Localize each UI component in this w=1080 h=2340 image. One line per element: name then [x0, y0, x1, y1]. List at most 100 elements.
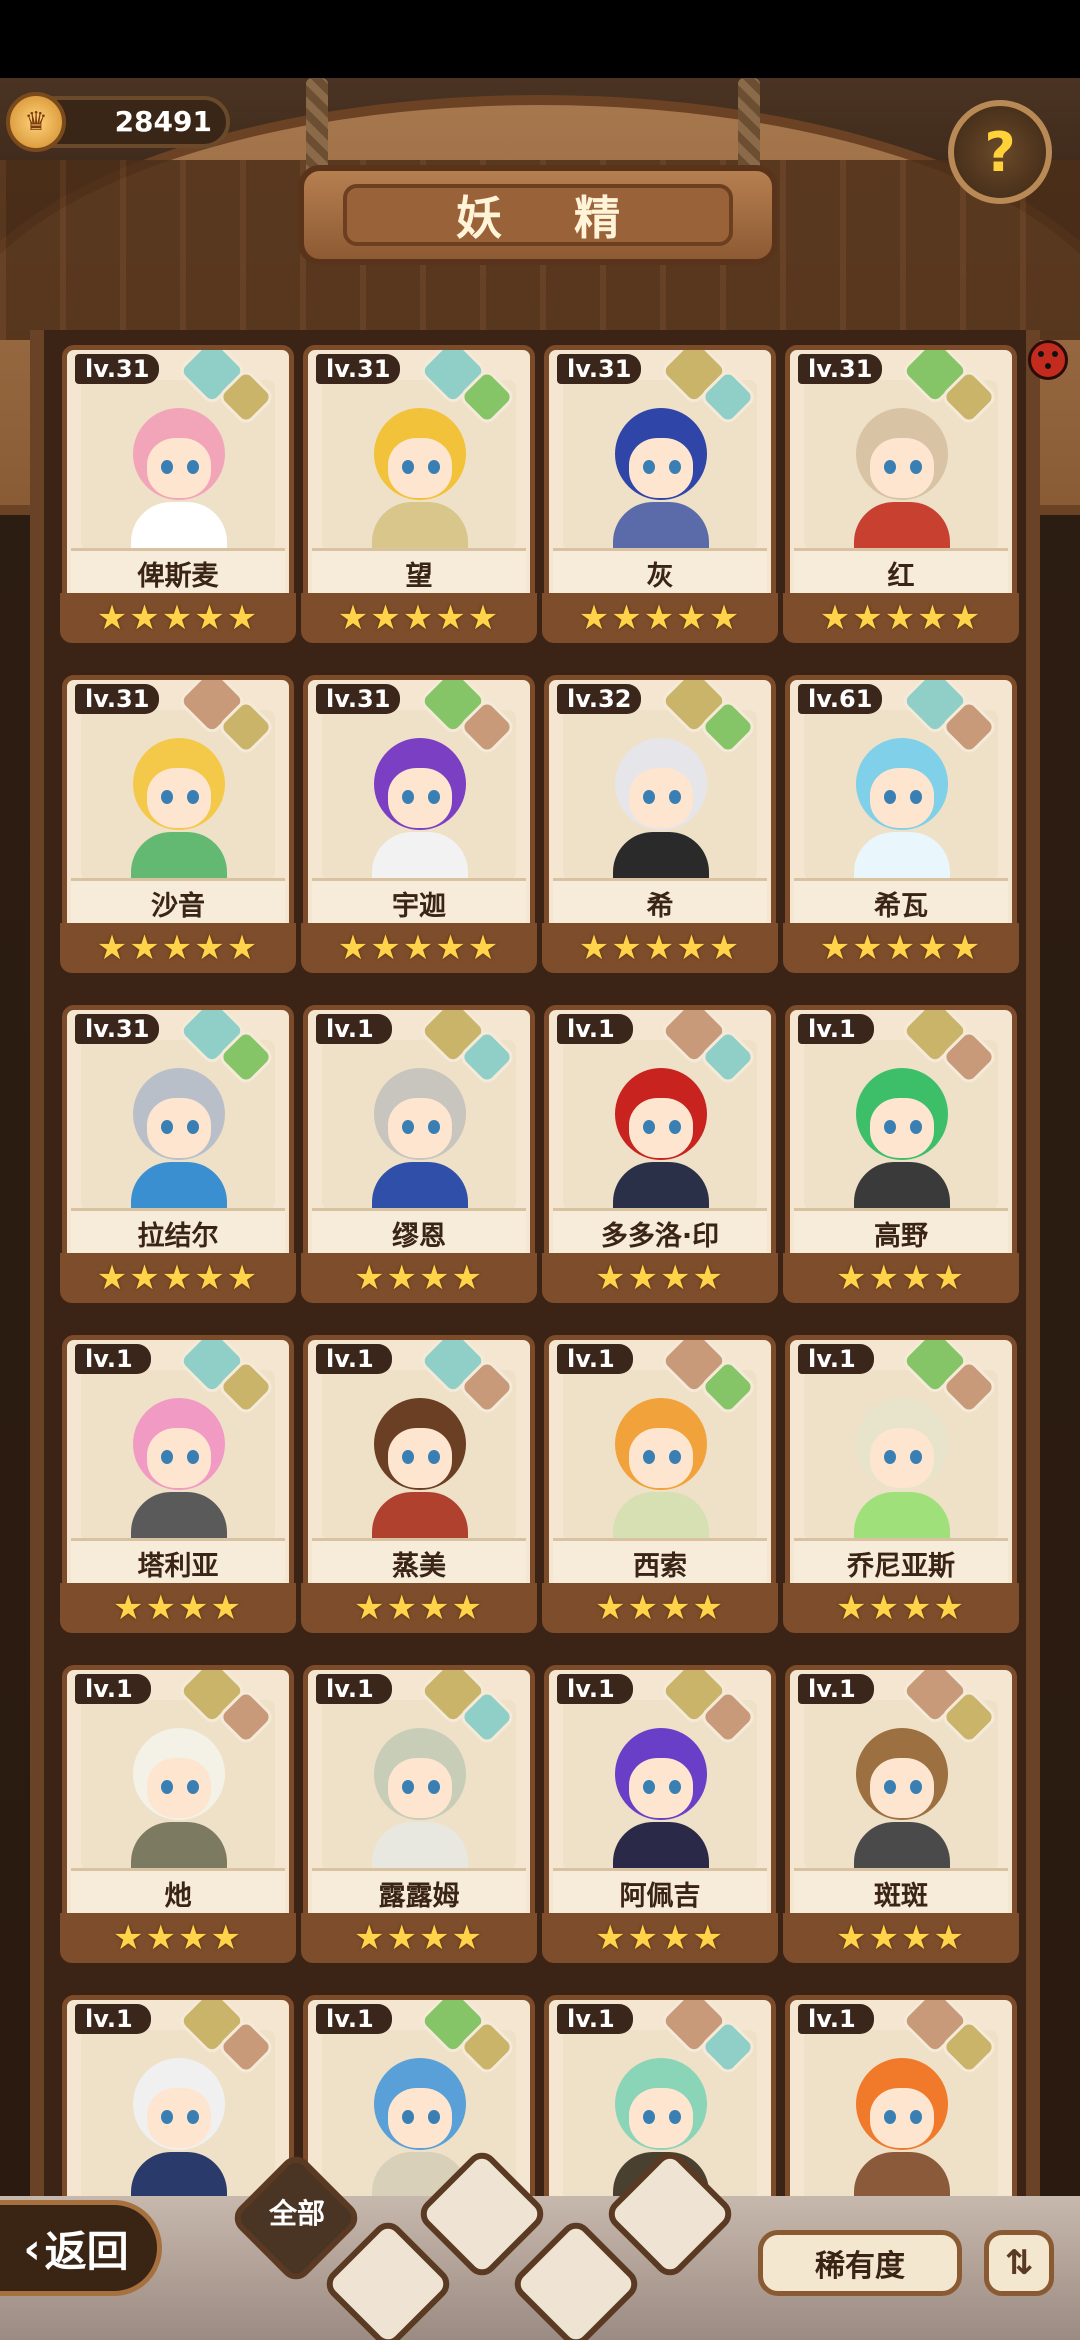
portrait-face — [147, 438, 211, 498]
fairy-name: 高野 — [794, 1208, 1008, 1258]
portrait-eye — [643, 2110, 655, 2124]
portrait-eye — [161, 790, 173, 804]
fairy-name: 露露姆 — [312, 1868, 526, 1918]
portrait-body — [372, 1822, 468, 1870]
fairy-card[interactable]: lv.31 灰 ★★★★★ — [542, 345, 778, 651]
star-rating-stars: ★★★★ — [595, 1258, 725, 1298]
portrait-eye — [643, 1120, 655, 1134]
portrait-eye — [428, 790, 440, 804]
portrait-face — [147, 768, 211, 828]
fairy-card[interactable]: lv.1 灺 ★★★★ — [60, 1665, 296, 1971]
fairy-card[interactable]: lv.61 希瓦 ★★★★★ — [783, 675, 1019, 981]
portrait-eye — [402, 2110, 414, 2124]
star-rating: ★★★★ — [60, 1583, 296, 1633]
star-rating: ★★★★★ — [60, 593, 296, 643]
star-rating: ★★★★★ — [301, 923, 537, 973]
fairy-card[interactable]: lv.31 宇迦 ★★★★★ — [301, 675, 537, 981]
portrait-eye — [428, 1450, 440, 1464]
fairy-card[interactable]: lv.31 红 ★★★★★ — [783, 345, 1019, 651]
portrait-face — [388, 438, 452, 498]
portrait-eye — [910, 1120, 922, 1134]
fairy-card[interactable]: lv.1 高野 ★★★★ — [783, 1005, 1019, 1311]
portrait-body — [372, 502, 468, 550]
portrait-face — [629, 1428, 693, 1488]
portrait-eye — [187, 1450, 199, 1464]
fairy-level: lv.31 — [75, 354, 160, 384]
fairy-level: lv.1 — [316, 1344, 392, 1374]
star-rating-stars: ★★★★ — [836, 1258, 966, 1298]
portrait-body — [131, 2152, 227, 2200]
fairy-card[interactable]: lv.1 塔利亚 ★★★★ — [60, 1335, 296, 1641]
fairy-card[interactable]: lv.1 阿佩吉 ★★★★ — [542, 1665, 778, 1971]
portrait-eye — [161, 1780, 173, 1794]
fairy-name: 望 — [312, 548, 526, 598]
fairy-name: 缪恩 — [312, 1208, 526, 1258]
portrait-face — [147, 2088, 211, 2148]
fairy-level: lv.1 — [557, 1674, 633, 1704]
star-rating-stars: ★★★★★ — [337, 928, 501, 968]
fairy-name: 阿佩吉 — [553, 1868, 767, 1918]
portrait-eye — [402, 790, 414, 804]
portrait-eye — [669, 1780, 681, 1794]
fairy-card[interactable]: lv.32 希 ★★★★★ — [542, 675, 778, 981]
fairy-card[interactable]: lv.31 望 ★★★★★ — [301, 345, 537, 651]
portrait-eye — [402, 1120, 414, 1134]
portrait-eye — [884, 460, 896, 474]
fairy-card[interactable]: lv.31 俾斯麦 ★★★★★ — [60, 345, 296, 651]
portrait-face — [388, 1758, 452, 1818]
star-rating-stars: ★★★★ — [595, 1918, 725, 1958]
fairy-card[interactable]: lv.1 露露姆 ★★★★ — [301, 1665, 537, 1971]
fairy-card[interactable]: lv.1 缪恩 ★★★★ — [301, 1005, 537, 1311]
star-rating-stars: ★★★★ — [113, 1588, 243, 1628]
star-rating: ★★★★★ — [301, 593, 537, 643]
sort-order-button[interactable]: ⇅ — [984, 2230, 1054, 2296]
fairy-level: lv.31 — [316, 684, 401, 714]
fairy-level: lv.1 — [75, 1674, 151, 1704]
portrait-face — [629, 2088, 693, 2148]
star-rating: ★★★★★ — [60, 1253, 296, 1303]
portrait-face — [870, 768, 934, 828]
fairy-card[interactable]: lv.1 西索 ★★★★ — [542, 1335, 778, 1641]
fairy-card[interactable]: lv.1 乔尼亚斯 ★★★★ — [783, 1335, 1019, 1641]
fairy-name: 拉结尔 — [71, 1208, 285, 1258]
star-rating: ★★★★★ — [783, 593, 1019, 643]
star-rating: ★★★★ — [783, 1583, 1019, 1633]
filter-all-label: 全部 — [268, 2197, 325, 2230]
portrait-face — [870, 438, 934, 498]
fairy-name: 斑斑 — [794, 1868, 1008, 1918]
portrait-face — [147, 1428, 211, 1488]
portrait-eye — [643, 1780, 655, 1794]
star-rating: ★★★★ — [60, 1913, 296, 1963]
portrait-body — [854, 1162, 950, 1210]
portrait-face — [388, 2088, 452, 2148]
fairy-name: 乔尼亚斯 — [794, 1538, 1008, 1588]
portrait-eye — [402, 1450, 414, 1464]
fairy-card[interactable]: lv.1 多多洛·印 ★★★★ — [542, 1005, 778, 1311]
portrait-face — [388, 1428, 452, 1488]
back-button[interactable]: ‹ 返回 — [0, 2200, 162, 2296]
hint-button[interactable]: ? — [948, 100, 1052, 204]
fairy-level: lv.1 — [798, 2004, 874, 2034]
star-rating: ★★★★ — [301, 1583, 537, 1633]
portrait-eye — [428, 1780, 440, 1794]
fairy-level: lv.31 — [557, 354, 642, 384]
fairy-card[interactable]: lv.31 沙音 ★★★★★ — [60, 675, 296, 981]
portrait-eye — [402, 1780, 414, 1794]
fairy-card[interactable]: lv.1 斑斑 ★★★★ — [783, 1665, 1019, 1971]
fairy-name: 沙音 — [71, 878, 285, 928]
portrait-eye — [161, 460, 173, 474]
fairy-level: lv.61 — [798, 684, 883, 714]
portrait-eye — [428, 460, 440, 474]
fairy-level: lv.1 — [557, 1014, 633, 1044]
portrait-eye — [910, 460, 922, 474]
portrait-eye — [884, 2110, 896, 2124]
portrait-face — [147, 1758, 211, 1818]
fairy-card[interactable]: lv.31 拉结尔 ★★★★★ — [60, 1005, 296, 1311]
portrait-face — [388, 768, 452, 828]
title-sign: 妖 精 — [298, 165, 778, 265]
rarity-sort-button[interactable]: 稀有度 — [758, 2230, 962, 2296]
portrait-body — [131, 502, 227, 550]
portrait-eye — [884, 1450, 896, 1464]
fairy-card[interactable]: lv.1 蒸美 ★★★★ — [301, 1335, 537, 1641]
portrait-eye — [669, 790, 681, 804]
